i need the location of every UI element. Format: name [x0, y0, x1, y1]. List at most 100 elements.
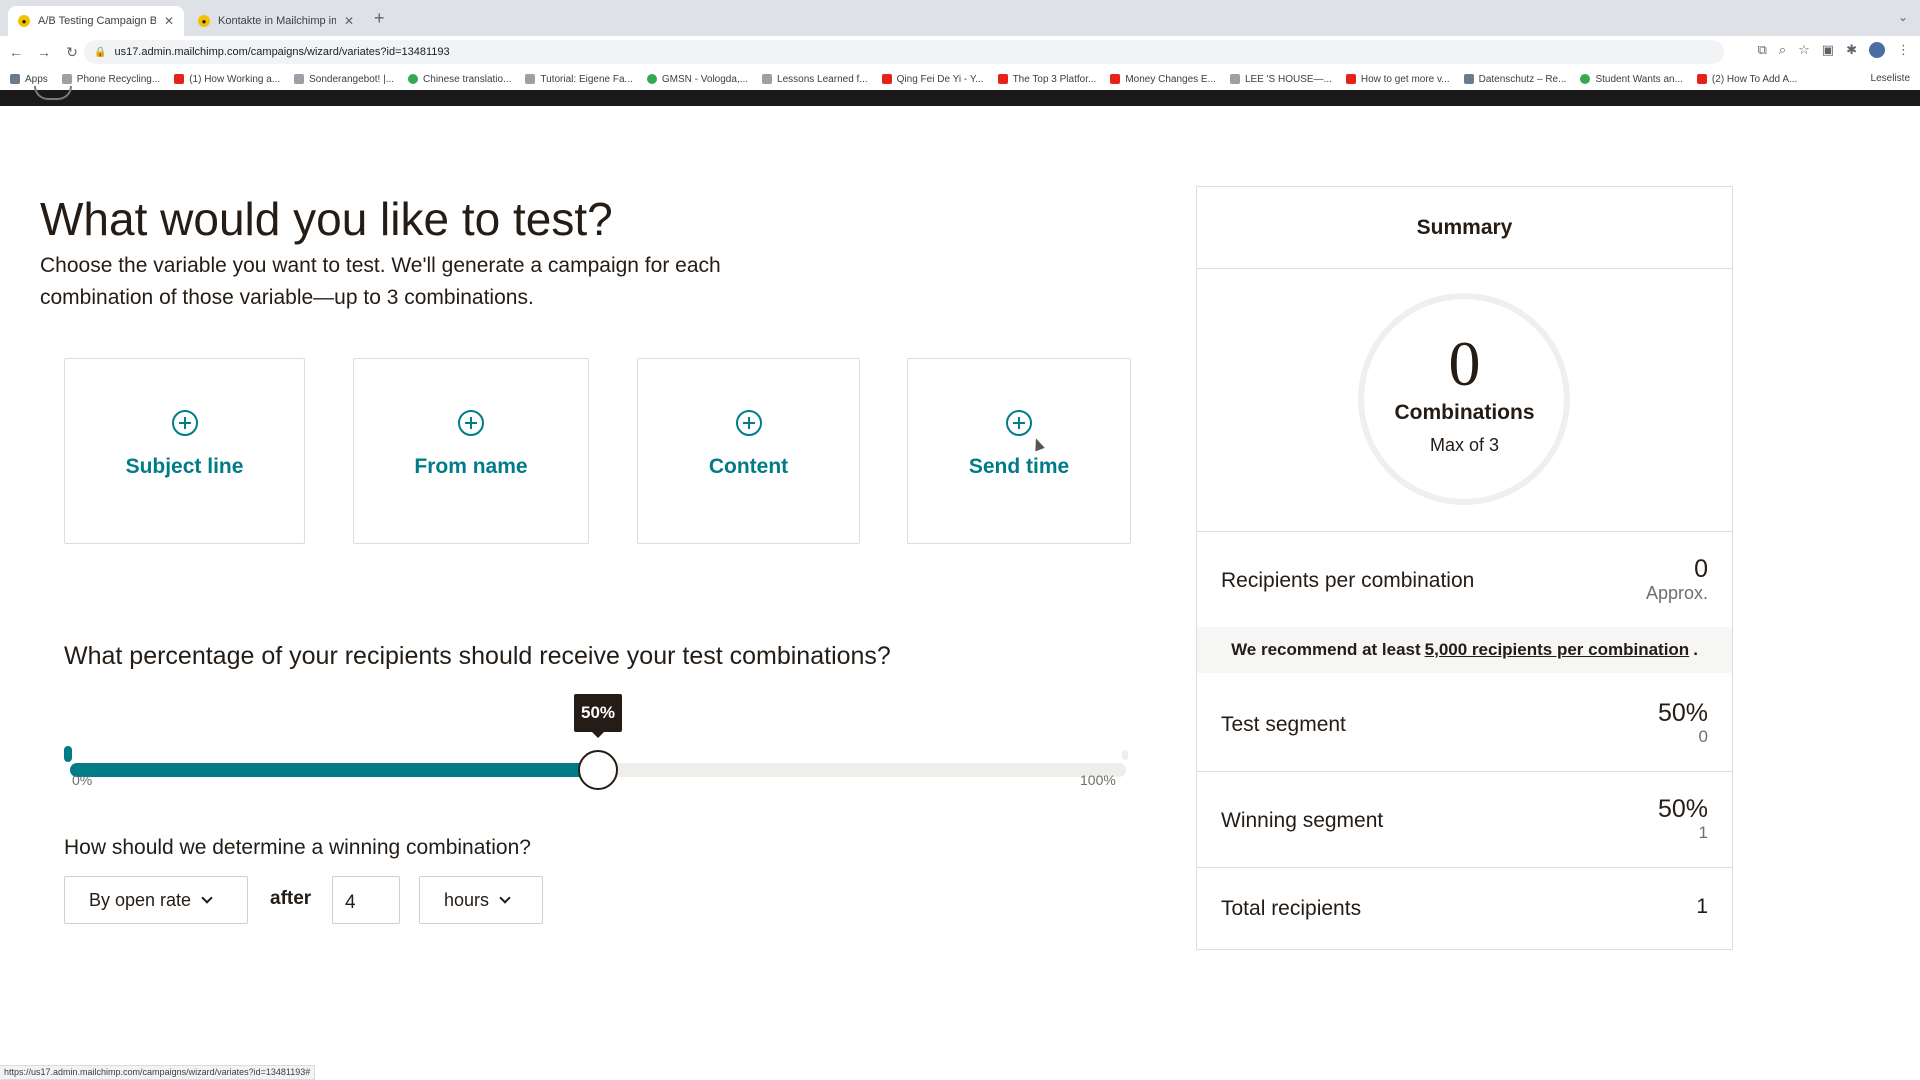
zoom-icon[interactable]: ⌕	[1779, 42, 1786, 58]
bookmark-item[interactable]: Datenschutz – Re...	[1463, 74, 1566, 85]
profile-avatar-icon[interactable]	[1869, 42, 1885, 58]
globe-icon	[294, 74, 305, 84]
translate-icon[interactable]: ⧉	[1758, 42, 1767, 58]
slider-start-marker	[64, 746, 72, 762]
summary-panel: Summary 0 Combinations Max of 3 Recipien…	[1196, 186, 1733, 950]
variable-card-content[interactable]: Content	[637, 358, 860, 544]
bookmark-item[interactable]: How to get more v...	[1345, 74, 1450, 85]
reading-list-button[interactable]: Leseliste	[1871, 73, 1910, 84]
bookmark-apps[interactable]: Apps	[10, 74, 48, 85]
globe-icon	[646, 74, 657, 84]
recommend-prefix: We recommend at least	[1231, 640, 1421, 659]
youtube-icon	[1696, 74, 1707, 84]
variable-card-send-time[interactable]: Send time	[907, 358, 1131, 544]
browser-tab-label: Kontakte in Mailchimp importi	[218, 15, 336, 27]
browser-toolbar: ← → ↻ 🔒 us17.admin.mailchimp.com/campaig…	[0, 36, 1920, 68]
tab-search-chevron-icon[interactable]: ⌄	[1898, 10, 1908, 24]
bookmark-item[interactable]: Sonderangebot! |...	[294, 74, 394, 85]
reload-icon[interactable]: ↻	[60, 44, 84, 61]
search-icon	[61, 74, 72, 84]
duration-unit-select[interactable]: hours	[419, 876, 543, 924]
recommendation-banner: We recommend at least 5,000 recipients p…	[1197, 627, 1732, 673]
browser-tab-label: A/B Testing Campaign Builder	[38, 15, 156, 27]
plus-circle-icon	[458, 410, 484, 436]
bookmark-item[interactable]: Tutorial: Eigene Fa...	[525, 74, 633, 85]
duration-input[interactable]	[332, 876, 400, 924]
bookmark-item[interactable]: LEE 'S HOUSE—...	[1229, 74, 1332, 85]
variable-card-label: Subject line	[125, 455, 244, 478]
back-arrow-icon[interactable]: ←	[4, 44, 28, 60]
total-recipients-label: Total recipients	[1221, 897, 1362, 920]
percentage-question: What percentage of your recipients shoul…	[64, 642, 891, 670]
total-recipients-value: 1	[1696, 895, 1708, 918]
bookmark-item[interactable]: Student Wants an...	[1580, 74, 1683, 85]
winning-segment-count: 1	[1698, 823, 1708, 842]
approx-label: Approx.	[1645, 583, 1708, 603]
recommend-link[interactable]: 5,000 recipients per combination	[1425, 640, 1690, 660]
youtube-icon	[997, 74, 1008, 84]
percentage-slider-fill	[70, 763, 598, 777]
page-title: What would you like to test?	[40, 193, 613, 245]
winning-segment-label: Winning segment	[1221, 809, 1384, 832]
link-icon	[762, 74, 773, 84]
winning-question: How should we determine a winning combin…	[64, 836, 531, 859]
mailchimp-logo-icon[interactable]	[34, 86, 72, 100]
winning-segment-percent: 50%	[1657, 795, 1708, 823]
status-bar-url: https://us17.admin.mailchimp.com/campaig…	[0, 1065, 316, 1080]
slider-max-label: 100%	[1080, 772, 1116, 788]
winning-metric-value: By open rate	[89, 889, 192, 910]
youtube-icon	[1345, 74, 1356, 84]
forward-arrow-icon[interactable]: →	[32, 44, 56, 60]
mailchimp-favicon-icon: ●	[198, 15, 210, 27]
variable-card-from-name[interactable]: From name	[353, 358, 589, 544]
bookmark-item[interactable]: Qing Fei De Yi - Y...	[881, 74, 984, 85]
bookmarks-bar: Apps Phone Recycling... (1) How Working …	[0, 68, 1920, 90]
new-tab-plus-icon[interactable]: +	[374, 8, 385, 29]
winning-metric-select[interactable]: By open rate	[64, 876, 248, 924]
after-label: after	[270, 888, 312, 909]
divider	[1197, 531, 1732, 532]
bookmark-item[interactable]: (2) How To Add A...	[1696, 74, 1797, 85]
address-bar-url: us17.admin.mailchimp.com/campaigns/wizar…	[114, 46, 450, 58]
recipients-per-combination-value: 0	[1694, 555, 1708, 583]
app-header-bar	[0, 86, 1920, 106]
address-bar[interactable]: 🔒 us17.admin.mailchimp.com/campaigns/wiz…	[84, 40, 1724, 64]
bookmark-item[interactable]: Phone Recycling...	[61, 74, 160, 85]
puzzle-extensions-icon[interactable]: ✱	[1846, 42, 1857, 58]
more-menu-icon[interactable]: ⋮	[1897, 42, 1910, 58]
extension-icon[interactable]: ▣	[1822, 42, 1834, 58]
bookmark-item[interactable]: Chinese translatio...	[408, 74, 511, 85]
hash-icon	[525, 74, 536, 84]
duration-unit-value: hours	[444, 889, 490, 910]
mailchimp-favicon-icon: ●	[18, 15, 30, 27]
browser-tab-strip: ● A/B Testing Campaign Builder ✕ ● Konta…	[0, 0, 1920, 36]
globe-icon	[408, 74, 419, 84]
youtube-icon	[1110, 74, 1121, 84]
test-segment-percent: 50%	[1657, 699, 1708, 727]
variable-card-label: From name	[414, 455, 528, 478]
chevron-down-icon	[499, 891, 511, 904]
recipients-per-combination-label: Recipients per combination	[1221, 569, 1475, 592]
summary-title: Summary	[1197, 187, 1732, 269]
browser-tab-ab-testing[interactable]: ● A/B Testing Campaign Builder ✕	[8, 6, 184, 36]
combinations-max: Max of 3	[1429, 435, 1500, 455]
slider-min-label: 0%	[72, 772, 93, 788]
slider-value-tooltip: 50%	[574, 694, 622, 738]
bookmark-item[interactable]: (1) How Working a...	[174, 74, 280, 85]
test-segment-label: Test segment	[1221, 713, 1346, 736]
chevron-down-icon	[201, 891, 213, 904]
bookmark-item[interactable]: The Top 3 Platfor...	[997, 74, 1096, 85]
bookmark-star-icon[interactable]: ☆	[1798, 42, 1810, 58]
variable-card-subject-line[interactable]: Subject line	[64, 358, 305, 544]
percentage-slider-thumb[interactable]	[578, 750, 618, 790]
close-icon[interactable]: ✕	[344, 14, 354, 28]
divider	[1197, 867, 1732, 868]
bookmark-item[interactable]: GMSN - Vologda,...	[646, 74, 748, 85]
lock-icon: 🔒	[94, 46, 107, 58]
bookmark-item[interactable]: Lessons Learned f...	[762, 74, 868, 85]
plus-circle-icon	[735, 410, 762, 436]
close-icon[interactable]: ✕	[164, 14, 174, 28]
browser-tab-kontakte[interactable]: ● Kontakte in Mailchimp importi ✕	[188, 6, 364, 36]
bookmark-item[interactable]: Money Changes E...	[1110, 74, 1216, 85]
slider-end-marker	[1122, 750, 1128, 760]
